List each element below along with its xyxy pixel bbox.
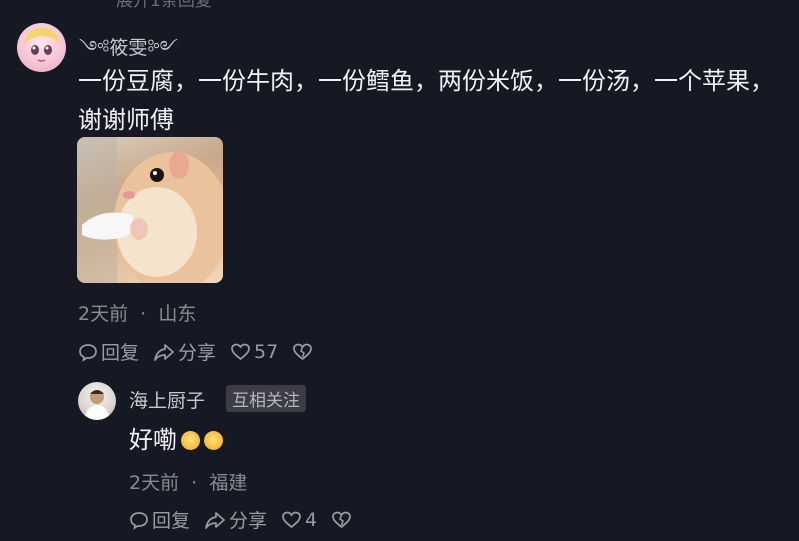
like-button[interactable]: 57 [230,341,278,363]
hamster-sticker-image[interactable] [77,137,223,283]
share-label: 分享 [229,510,268,532]
comment-actions: 回复 分享 57 [78,338,313,365]
reply-label: 回复 [101,342,140,364]
broken-heart-icon [332,511,351,528]
comment-meta: 2天前 · 山东 [78,299,196,326]
dislike-button[interactable] [292,342,313,362]
heart-icon [282,511,301,528]
reply-button[interactable]: 回复 [78,338,139,365]
heart-icon [231,343,250,360]
comment-text: 一份豆腐，一份牛肉，一份鳕鱼，两份米饭，一份汤，一个苹果，谢谢师傅 [78,67,774,134]
like-button[interactable]: 4 [281,509,317,531]
grinning-face-icon [181,431,200,450]
grinning-face-icon [204,431,223,450]
meta-separator: · [134,303,153,325]
mutual-follow-badge: 互相关注 [226,385,306,412]
reply-button[interactable]: 回复 [129,506,190,533]
reply-time: 2天前 [129,472,180,494]
comment-location: 山东 [158,303,197,325]
share-arrow-icon [205,511,225,529]
hamster-picture [77,137,223,283]
reply-actions: 回复 分享 4 [129,506,352,533]
broken-heart-icon [293,343,313,360]
collapsed-reply-link[interactable]: 展开1条回复 [116,0,212,11]
reply-meta: 2天前 · 福建 [129,468,247,495]
comment-time: 2天前 [78,303,129,325]
replier-username[interactable]: 海上厨子 [129,386,205,413]
like-count: 4 [305,508,318,531]
comment-bubble-icon [79,343,97,362]
share-label: 分享 [178,342,217,364]
collapsed-reply-label: 展开1条回复 [116,0,212,11]
meta-separator: · [185,472,204,494]
chef-avatar-icon [84,390,110,420]
comment-bubble-icon [130,511,148,530]
commenter-avatar[interactable] [17,23,66,72]
share-button[interactable]: 分享 [204,506,267,533]
reply-location: 福建 [209,472,248,494]
like-count: 57 [254,340,279,363]
anime-avatar-icon [23,27,60,62]
share-arrow-icon [154,343,174,361]
reply-label: 回复 [152,510,191,532]
reply-text: 好嘞 [129,423,223,457]
dislike-button[interactable] [331,510,352,530]
share-button[interactable]: 分享 [153,338,216,365]
reply-message: 好嘞 [129,426,177,454]
replier-avatar[interactable] [78,382,116,420]
